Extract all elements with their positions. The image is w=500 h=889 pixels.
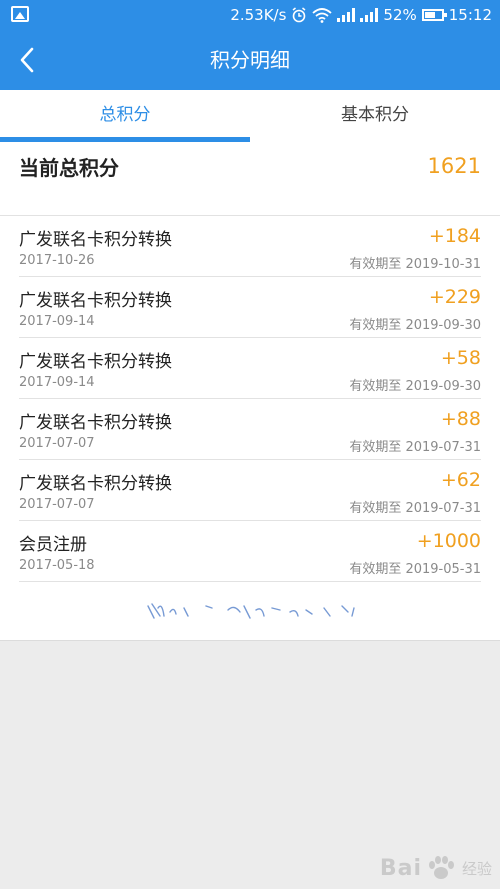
record-points: +229 — [428, 286, 481, 308]
record-points: +184 — [428, 225, 481, 247]
record-expiry: 有效期至 2019-07-31 — [349, 440, 481, 455]
list-item: 会员注册 +1000 2017-05-18 有效期至 2019-05-31 — [0, 521, 500, 582]
nav-bar: 积分明细 — [0, 30, 500, 90]
record-date: 2017-05-18 — [19, 558, 95, 573]
record-expiry: 有效期至 2019-05-31 — [349, 562, 481, 577]
content-bottom-divider — [0, 640, 500, 641]
record-expiry: 有效期至 2019-07-31 — [349, 501, 481, 516]
signal-icon — [360, 8, 379, 22]
section-gap — [0, 194, 500, 216]
record-title: 会员注册 — [19, 535, 87, 555]
record-title: 广发联名卡积分转换 — [19, 352, 172, 372]
chevron-left-icon — [20, 47, 34, 73]
watermark-subtext: 经验 — [461, 859, 492, 878]
record-date: 2017-10-26 — [19, 253, 95, 268]
record-expiry: 有效期至 2019-10-31 — [349, 257, 481, 272]
paw-icon — [428, 856, 454, 879]
back-button[interactable] — [12, 44, 44, 76]
signal-icon — [337, 8, 356, 22]
record-date: 2017-09-14 — [19, 314, 95, 329]
record-title: 广发联名卡积分转换 — [19, 474, 172, 494]
total-points-value: 1621 — [427, 154, 481, 178]
record-points: +62 — [440, 469, 481, 491]
record-expiry: 有效期至 2019-09-30 — [349, 379, 481, 394]
image-icon — [11, 6, 29, 22]
tab-bar: 总积分 基本积分 — [0, 90, 500, 142]
record-date: 2017-07-07 — [19, 497, 95, 512]
net-speed: 2.53K/s — [230, 6, 287, 24]
app-header: 2.53K/s 52% 15:12 积分明细 — [0, 0, 500, 90]
wifi-icon — [312, 8, 333, 23]
record-title: 广发联名卡积分转换 — [19, 230, 172, 250]
points-panel: 当前总积分 1621 广发联名卡积分转换 +184 2017-10-26 有效期… — [0, 142, 500, 640]
record-title: 广发联名卡积分转换 — [19, 413, 172, 433]
tab-basic-points[interactable]: 基本积分 — [250, 90, 500, 142]
status-bar-right: 2.53K/s 52% 15:12 — [230, 4, 492, 26]
list-item: 广发联名卡积分转换 +58 2017-09-14 有效期至 2019-09-30 — [0, 338, 500, 399]
list-item: 广发联名卡积分转换 +229 2017-09-14 有效期至 2019-09-3… — [0, 277, 500, 338]
page-title: 积分明细 — [210, 48, 290, 72]
tab-total-points[interactable]: 总积分 — [0, 90, 250, 142]
record-points: +1000 — [416, 530, 481, 552]
list-item: 广发联名卡积分转换 +62 2017-07-07 有效期至 2019-07-31 — [0, 460, 500, 521]
total-points-label: 当前总积分 — [19, 156, 119, 180]
watermark-logo: Bai 经验 — [380, 853, 492, 883]
clock: 15:12 — [448, 6, 492, 24]
handwritten-scribble — [147, 603, 355, 619]
record-points: +88 — [440, 408, 481, 430]
watermark-text: Bai — [379, 855, 422, 881]
status-bar: 2.53K/s 52% 15:12 — [0, 0, 500, 30]
list-item: 广发联名卡积分转换 +88 2017-07-07 有效期至 2019-07-31 — [0, 399, 500, 460]
alarm-icon — [292, 7, 306, 23]
record-points: +58 — [440, 347, 481, 369]
record-title: 广发联名卡积分转换 — [19, 291, 172, 311]
points-record-list: 广发联名卡积分转换 +184 2017-10-26 有效期至 2019-10-3… — [0, 216, 500, 582]
list-item: 广发联名卡积分转换 +184 2017-10-26 有效期至 2019-10-3… — [0, 216, 500, 277]
battery-icon — [421, 9, 447, 21]
record-date: 2017-07-07 — [19, 436, 95, 451]
record-expiry: 有效期至 2019-09-30 — [349, 318, 481, 333]
record-date: 2017-09-14 — [19, 375, 95, 390]
battery-percent: 52% — [383, 6, 417, 24]
